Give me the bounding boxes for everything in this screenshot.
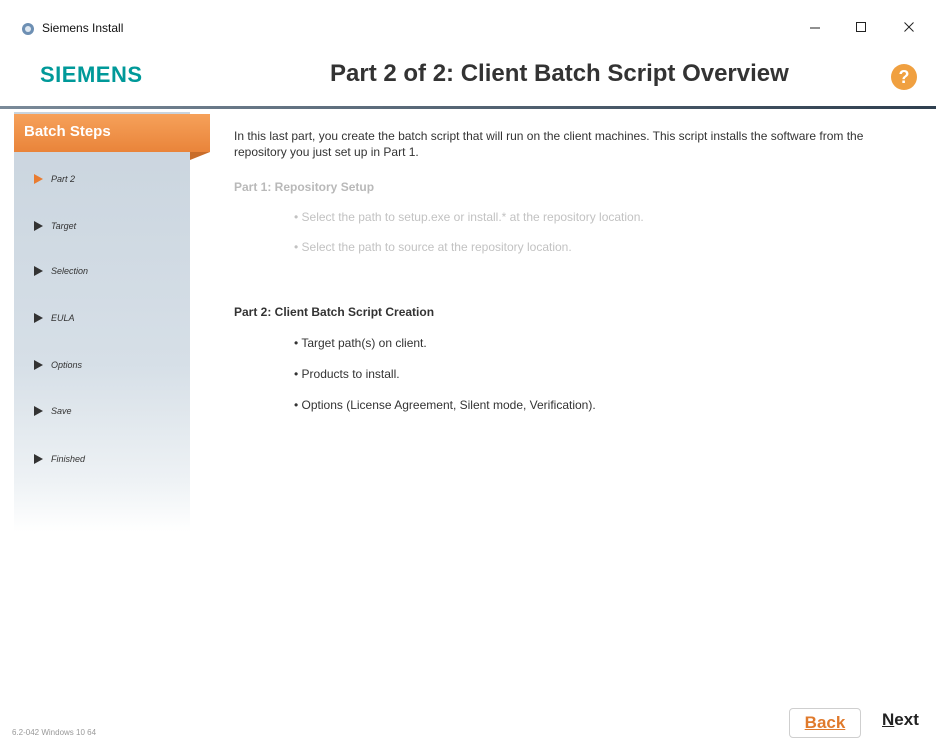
sidebar-item-finished[interactable]: Finished (34, 451, 85, 467)
intro-text: In this last part, you create the batch … (234, 129, 864, 159)
version-text: 6.2-042 Windows 10 64 (12, 728, 97, 737)
sidebar-item-label: Target (51, 221, 77, 231)
sidebar-item-label: Save (51, 406, 72, 416)
part1-heading: Part 1: Repository Setup (234, 180, 375, 194)
help-icon: ? (898, 66, 910, 87)
part2-bullet: • Target path(s) on client. (294, 336, 427, 350)
maximize-button[interactable] (846, 14, 876, 40)
next-mnemonic: N (882, 710, 895, 729)
part2-bullet: • Products to install. (294, 367, 400, 381)
maximize-icon (856, 22, 866, 32)
part1-bullet: • Select the path to setup.exe or instal… (294, 210, 644, 224)
play-arrow-icon (34, 313, 43, 323)
play-arrow-icon (34, 360, 43, 370)
play-arrow-icon (34, 406, 43, 416)
next-button[interactable]: Next (882, 710, 919, 730)
close-button[interactable] (894, 14, 924, 40)
sidebar-item-save[interactable]: Save (34, 403, 72, 419)
sidebar-title-notch (190, 152, 210, 160)
next-label-rest: ext (894, 710, 919, 729)
play-arrow-icon (34, 266, 43, 276)
sidebar-item-options[interactable]: Options (34, 357, 82, 373)
part2-bullet: • Options (License Agreement, Silent mod… (294, 398, 596, 412)
help-button[interactable]: ? (891, 64, 917, 90)
header-divider (0, 106, 936, 109)
sidebar-item-label: Options (51, 360, 83, 370)
sidebar-item-part-2[interactable]: Part 2 (34, 171, 75, 187)
brand-logo: SIEMENS (40, 62, 143, 87)
part2-heading: Part 2: Client Batch Script Creation (234, 305, 435, 319)
sidebar-item-eula[interactable]: EULA (34, 310, 75, 326)
sidebar-title: Batch Steps (14, 114, 210, 152)
play-arrow-icon (34, 221, 43, 231)
window-title: Siemens Install (42, 21, 124, 35)
minimize-icon (810, 27, 820, 29)
app-icon (22, 23, 34, 35)
sidebar-item-label: Selection (51, 266, 89, 276)
page-title: Part 2 of 2: Client Batch Script Overvie… (330, 60, 789, 87)
back-button[interactable]: Back (789, 708, 861, 738)
close-icon (904, 22, 914, 32)
title-bar: Siemens Install (0, 0, 936, 50)
sidebar-item-label: Finished (51, 454, 86, 464)
play-arrow-icon (34, 174, 43, 184)
sidebar-item-label: EULA (51, 313, 75, 323)
sidebar-item-target[interactable]: Target (34, 218, 76, 234)
sidebar-item-selection[interactable]: Selection (34, 263, 88, 279)
part1-bullet: • Select the path to source at the repos… (294, 240, 572, 254)
sidebar-item-label: Part 2 (51, 174, 76, 184)
minimize-button[interactable] (800, 14, 830, 40)
play-arrow-icon (34, 454, 43, 464)
